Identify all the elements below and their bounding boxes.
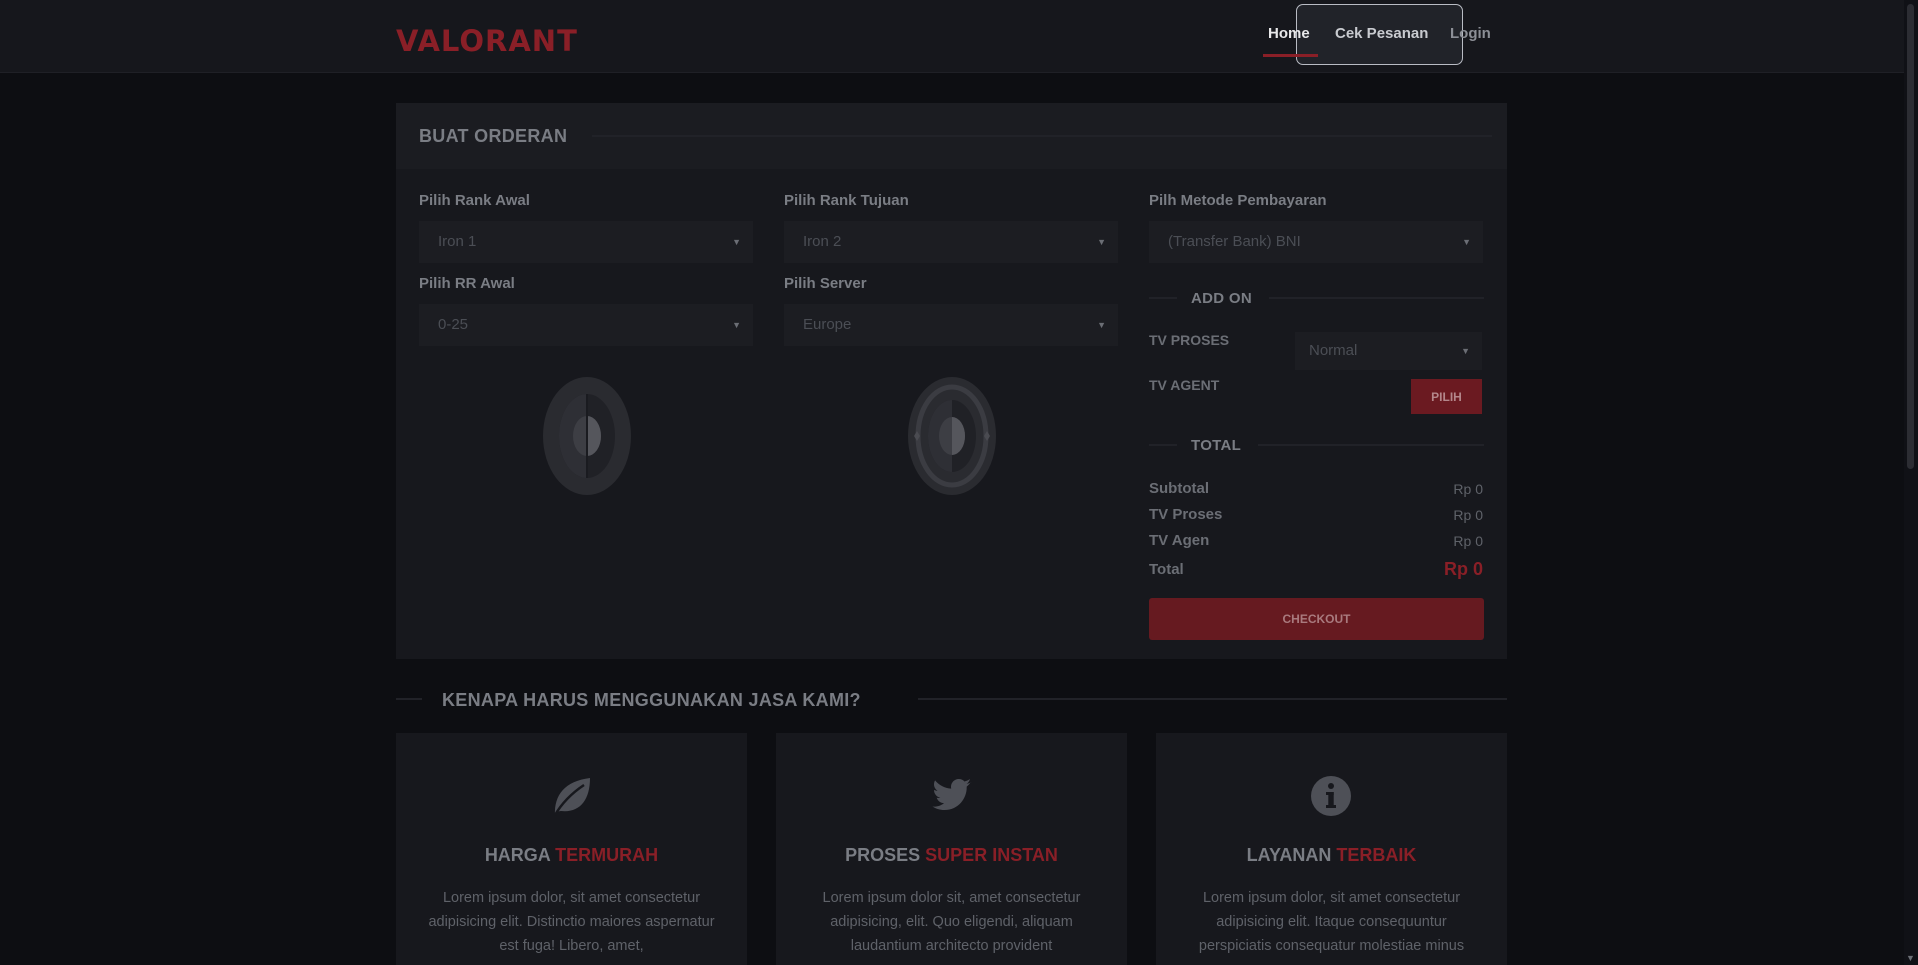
valorant-logo[interactable]: VALORANT [396, 24, 578, 58]
metode-value: (Transfer Bank) BNI [1168, 233, 1301, 250]
tv-proses-total-label: TV Proses [1149, 506, 1223, 523]
feature-card-layanan: LAYANAN TERBAIK Lorem ipsum dolor, sit a… [1156, 733, 1507, 965]
card-title-accent: TERBAIK [1336, 845, 1417, 865]
why-title: KENAPA HARUS MENGGUNAKAN JASA KAMI? [442, 690, 861, 710]
feature-card-harga: HARGA TERMURAH Lorem ipsum dolor, sit am… [396, 733, 747, 965]
metode-select[interactable]: (Transfer Bank) BNI ▼ [1149, 221, 1483, 263]
addon-title: ADD ON [1191, 290, 1252, 307]
pilih-agent-button[interactable]: PILIH [1411, 379, 1482, 414]
rank-tujuan-value: Iron 2 [803, 233, 842, 250]
order-panel: BUAT ORDERAN Pilih Rank Awal Iron 1 ▼ Pi… [396, 103, 1507, 659]
total-divider-left [1149, 444, 1177, 446]
chevron-down-icon: ▼ [1097, 320, 1106, 330]
scrollbar-thumb[interactable] [1907, 4, 1914, 469]
nav-link-login[interactable]: Login [1450, 25, 1491, 42]
card-text: Lorem ipsum dolor sit, amet consectetur … [822, 890, 1081, 954]
addon-divider-right [1269, 297, 1484, 299]
nav-link-cek-pesanan[interactable]: Cek Pesanan [1335, 25, 1428, 42]
navbar: VALORANT Home Cek Pesanan Login [0, 0, 1904, 73]
card-title-accent: TERMURAH [555, 845, 659, 865]
header-divider [592, 135, 1492, 137]
order-title: BUAT ORDERAN [419, 126, 568, 146]
rank-tujuan-label: Pilih Rank Tujuan [784, 192, 909, 209]
nav-active-underline [1263, 54, 1318, 57]
rank-awal-select[interactable]: Iron 1 ▼ [419, 221, 753, 263]
leaf-icon [553, 778, 590, 816]
chevron-down-icon: ▼ [732, 237, 741, 247]
card-title: LAYANAN TERBAIK [1156, 845, 1507, 866]
card-title: PROSES SUPER INSTAN [776, 845, 1127, 866]
info-icon [1311, 776, 1351, 816]
server-value: Europe [803, 316, 852, 333]
server-label: Pilih Server [784, 275, 867, 292]
chevron-down-icon: ▼ [732, 320, 741, 330]
rank-awal-label: Pilih Rank Awal [419, 192, 530, 209]
total-title: TOTAL [1191, 437, 1242, 454]
rank-awal-icon [543, 377, 631, 495]
rr-awal-value: 0-25 [438, 316, 469, 333]
card-title-accent: SUPER INSTAN [925, 845, 1058, 865]
total-divider-right [1258, 444, 1484, 446]
tv-agent-label: TV AGENT [1149, 377, 1220, 393]
card-text: Lorem ipsum dolor, sit amet consectetur … [428, 890, 715, 954]
grand-total-label: Total [1149, 561, 1184, 578]
subtotal-value: Rp 0 [1453, 481, 1483, 497]
card-title-plain: HARGA [484, 845, 551, 865]
order-header: BUAT ORDERAN [396, 103, 1507, 169]
card-text: Lorem ipsum dolor, sit amet consectetur … [1198, 890, 1465, 954]
subtotal-label: Subtotal [1149, 480, 1209, 497]
tv-agen-total-value: Rp 0 [1453, 533, 1483, 549]
scroll-down-icon[interactable]: ▼ [1906, 953, 1915, 963]
chevron-down-icon: ▼ [1097, 237, 1106, 247]
nav-link-home[interactable]: Home [1268, 25, 1310, 42]
grand-total-value: Rp 0 [1443, 559, 1483, 579]
card-title-plain: LAYANAN [1246, 845, 1332, 865]
server-select[interactable]: Europe ▼ [784, 304, 1118, 346]
metode-label: Pilh Metode Pembayaran [1149, 192, 1327, 209]
rank-tujuan-select[interactable]: Iron 2 ▼ [784, 221, 1118, 263]
tv-proses-label: TV PROSES [1149, 332, 1230, 348]
rank-tujuan-icon [908, 377, 996, 495]
rr-awal-label: Pilih RR Awal [419, 275, 515, 292]
why-divider-right [918, 698, 1507, 700]
addon-divider-left [1149, 297, 1177, 299]
rr-awal-select[interactable]: 0-25 ▼ [419, 304, 753, 346]
tv-agen-total-label: TV Agen [1149, 532, 1210, 549]
card-title: HARGA TERMURAH [396, 845, 747, 866]
rank-awal-value: Iron 1 [438, 233, 477, 250]
tv-proses-total-value: Rp 0 [1453, 507, 1483, 523]
feature-card-proses: PROSES SUPER INSTAN Lorem ipsum dolor si… [776, 733, 1127, 965]
why-divider-left [396, 698, 422, 700]
tv-proses-value: Normal [1309, 342, 1358, 359]
twitter-icon [932, 779, 972, 810]
checkout-button[interactable]: CHECKOUT [1149, 598, 1484, 640]
chevron-down-icon: ▼ [1461, 346, 1470, 356]
card-title-plain: PROSES [845, 845, 921, 865]
chevron-down-icon: ▼ [1462, 237, 1471, 247]
tv-proses-select[interactable]: Normal ▼ [1295, 332, 1482, 370]
